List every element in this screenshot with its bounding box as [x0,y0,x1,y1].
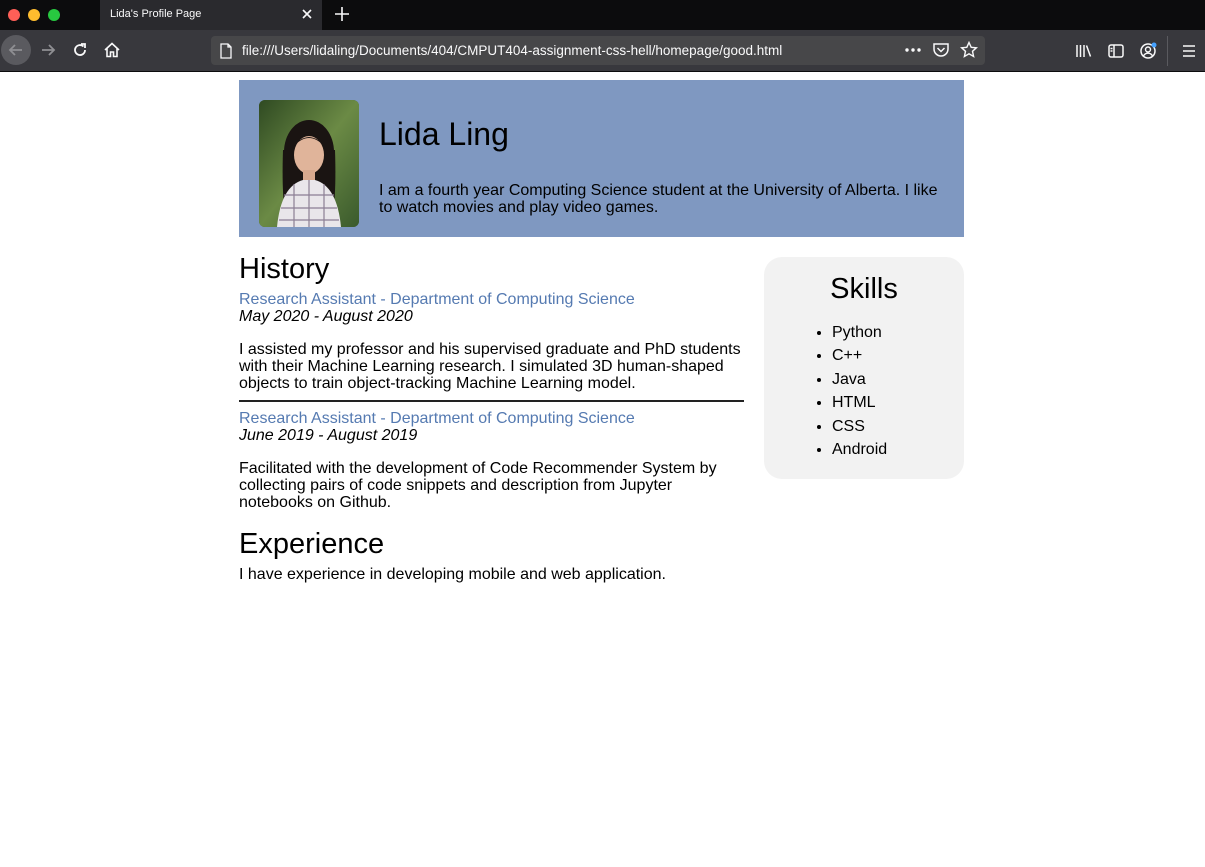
job-description: Facilitated with the development of Code… [239,460,717,511]
close-tab-icon[interactable] [300,7,314,21]
tab-bar: Lida's Profile Page [0,0,1205,30]
library-icon[interactable] [1075,42,1093,60]
job-title: Research Assistant - Department of Compu… [239,410,635,427]
nav-toolbar: file:///Users/lidaling/Documents/404/CMP… [0,30,1205,72]
reload-icon[interactable] [65,35,95,65]
tab-active[interactable]: Lida's Profile Page [100,0,322,30]
job-description: I assisted my professor and his supervis… [239,341,741,392]
skill-item: C++ [832,347,887,370]
job-date: May 2020 - August 2020 [239,308,413,325]
sidebar-icon[interactable] [1107,42,1125,60]
experience-heading: Experience [239,528,385,560]
hamburger-menu-icon[interactable] [1180,42,1198,60]
skills-list: Python C++ Java HTML CSS Android [832,324,887,464]
skills-heading: Skills [830,273,898,305]
history-entry: Research Assistant - Department of Compu… [239,291,744,392]
window-minimize-button[interactable] [28,9,40,21]
job-title: Research Assistant - Department of Compu… [239,291,635,308]
window-maximize-button[interactable] [48,9,60,21]
toolbar-separator [1167,36,1168,66]
skill-item: Python [832,324,887,347]
skill-item: Android [832,441,887,464]
profile-header: Lida Ling I am a fourth year Computing S… [239,80,964,237]
job-date: June 2019 - August 2019 [239,427,418,444]
skill-item: CSS [832,418,887,441]
page-icon [219,43,233,59]
new-tab-icon[interactable] [334,6,350,22]
account-icon[interactable] [1139,42,1157,60]
home-icon[interactable] [97,35,127,65]
skills-panel: Skills Python C++ Java HTML CSS Android [764,257,964,479]
bookmark-star-icon[interactable] [959,40,979,59]
address-bar[interactable]: file:///Users/lidaling/Documents/404/CMP… [211,36,985,65]
window-close-button[interactable] [8,9,20,21]
pocket-icon[interactable] [932,42,950,58]
history-entry: Research Assistant - Department of Compu… [239,410,744,511]
tab-title: Lida's Profile Page [110,8,202,20]
profile-bio: I am a fourth year Computing Science stu… [379,182,938,216]
skill-item: Java [832,371,887,394]
back-arrow-icon[interactable] [1,35,31,65]
history-divider [239,400,744,402]
page-actions-icon[interactable] [903,42,923,58]
url-text[interactable]: file:///Users/lidaling/Documents/404/CMP… [242,43,782,58]
history-heading: History [239,253,330,285]
skill-item: HTML [832,394,887,417]
profile-photo [259,100,359,227]
page-content: Lida Ling I am a fourth year Computing S… [0,72,1205,867]
experience-text: I have experience in developing mobile a… [239,566,666,583]
profile-name: Lida Ling [379,116,509,152]
forward-arrow-icon[interactable] [33,35,63,65]
